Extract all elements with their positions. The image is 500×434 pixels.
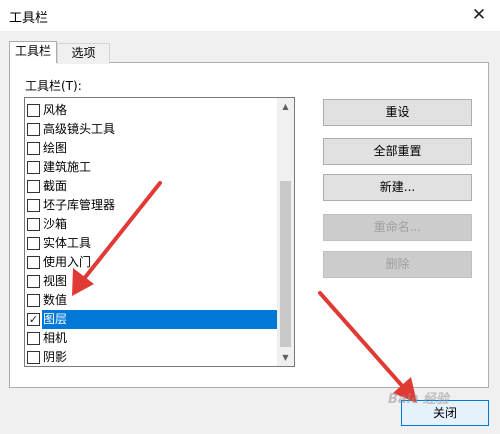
scroll-up-arrow-icon[interactable]: ▲ — [277, 98, 294, 115]
toolbar-list-items: 风格 高级镜头工具 绘图 建筑施工 截面 坯子库管理器 沙箱 实体工具 使用入门 视图 数值 ✓ 图层相… — [26, 101, 278, 366]
scroll-down-arrow-icon[interactable]: ▼ — [277, 349, 294, 366]
toolbar-item-label: 视图 — [43, 274, 68, 288]
toolbar-list-item[interactable]: ✓ 图层 — [26, 310, 278, 329]
toolbar-list-item[interactable]: 绘图 — [26, 139, 278, 158]
toolbar-item-label: 绘图 — [43, 141, 68, 155]
toolbar-item-label: 沙箱 — [43, 217, 68, 231]
toolbar-list-item[interactable]: 风格 — [26, 101, 278, 120]
close-button[interactable]: 关闭 — [401, 400, 489, 426]
toolbar-item-label: 阴影 — [43, 350, 68, 364]
reset-button[interactable]: 重设 — [323, 99, 472, 126]
toolbar-list-item[interactable]: 阴影 — [26, 348, 278, 366]
toolbar-item-label: 截面 — [43, 179, 68, 193]
close-icon[interactable]: ✕ — [466, 2, 492, 28]
scrollbar-thumb[interactable] — [280, 181, 291, 347]
toolbar-list-item[interactable]: 使用入门 — [26, 253, 278, 272]
toolbar-checkbox[interactable] — [27, 161, 40, 174]
toolbar-list-item[interactable]: 坯子库管理器 — [26, 196, 278, 215]
toolbar-list-item[interactable]: 建筑施工 — [26, 158, 278, 177]
toolbar-list-label: 工具栏(T): — [25, 79, 82, 93]
toolbar-list-item[interactable]: 相机 — [26, 329, 278, 348]
toolbar-checkbox[interactable] — [27, 142, 40, 155]
toolbar-item-label: 使用入门 — [43, 255, 92, 269]
toolbar-checkbox[interactable] — [27, 294, 40, 307]
toolbar-checkbox[interactable] — [27, 123, 40, 136]
toolbar-checkbox[interactable] — [27, 256, 40, 269]
toolbar-checkbox[interactable] — [27, 199, 40, 212]
window-title: 工具栏 — [9, 11, 49, 26]
reset-all-button[interactable]: 全部重置 — [323, 138, 472, 165]
toolbar-checkbox[interactable]: ✓ — [27, 313, 40, 326]
toolbar-checkbox[interactable] — [27, 275, 40, 288]
toolbar-list-item[interactable]: 高级镜头工具 — [26, 120, 278, 139]
toolbar-checkbox[interactable] — [27, 180, 40, 193]
toolbar-checkbox[interactable] — [27, 237, 40, 250]
delete-button[interactable]: 删除 — [323, 251, 472, 278]
title-bar: 工具栏 ✕ — [0, 0, 500, 31]
toolbar-item-label: 图层 — [42, 310, 278, 329]
toolbar-item-label: 数值 — [43, 293, 68, 307]
toolbar-item-label: 实体工具 — [43, 236, 92, 250]
toolbar-checkbox[interactable] — [27, 104, 40, 117]
rename-button[interactable]: 重命名... — [323, 214, 472, 241]
toolbar-item-label: 建筑施工 — [43, 160, 92, 174]
tab-options[interactable]: 选项 — [57, 43, 110, 64]
toolbar-checkbox[interactable] — [27, 332, 40, 345]
toolbar-item-label: 风格 — [43, 103, 68, 117]
listbox-scrollbar[interactable]: ▲ ▼ — [277, 98, 294, 366]
toolbar-list-item[interactable]: 视图 — [26, 272, 278, 291]
toolbar-item-label: 坯子库管理器 — [43, 198, 116, 212]
toolbar-list-item[interactable]: 数值 — [26, 291, 278, 310]
toolbar-checkbox[interactable] — [27, 218, 40, 231]
toolbar-list-item[interactable]: 沙箱 — [26, 215, 278, 234]
new-toolbar-button[interactable]: 新建... — [323, 174, 472, 201]
toolbar-item-label: 相机 — [43, 331, 68, 345]
toolbar-list-item[interactable]: 实体工具 — [26, 234, 278, 253]
toolbar-checkbox[interactable] — [27, 351, 40, 364]
toolbar-list-item[interactable]: 截面 — [26, 177, 278, 196]
toolbar-listbox[interactable]: 风格 高级镜头工具 绘图 建筑施工 截面 坯子库管理器 沙箱 实体工具 使用入门 视图 数值 ✓ 图层相… — [24, 97, 295, 367]
toolbar-item-label: 高级镜头工具 — [43, 122, 116, 136]
tab-toolbars[interactable]: 工具栏 — [9, 41, 57, 63]
